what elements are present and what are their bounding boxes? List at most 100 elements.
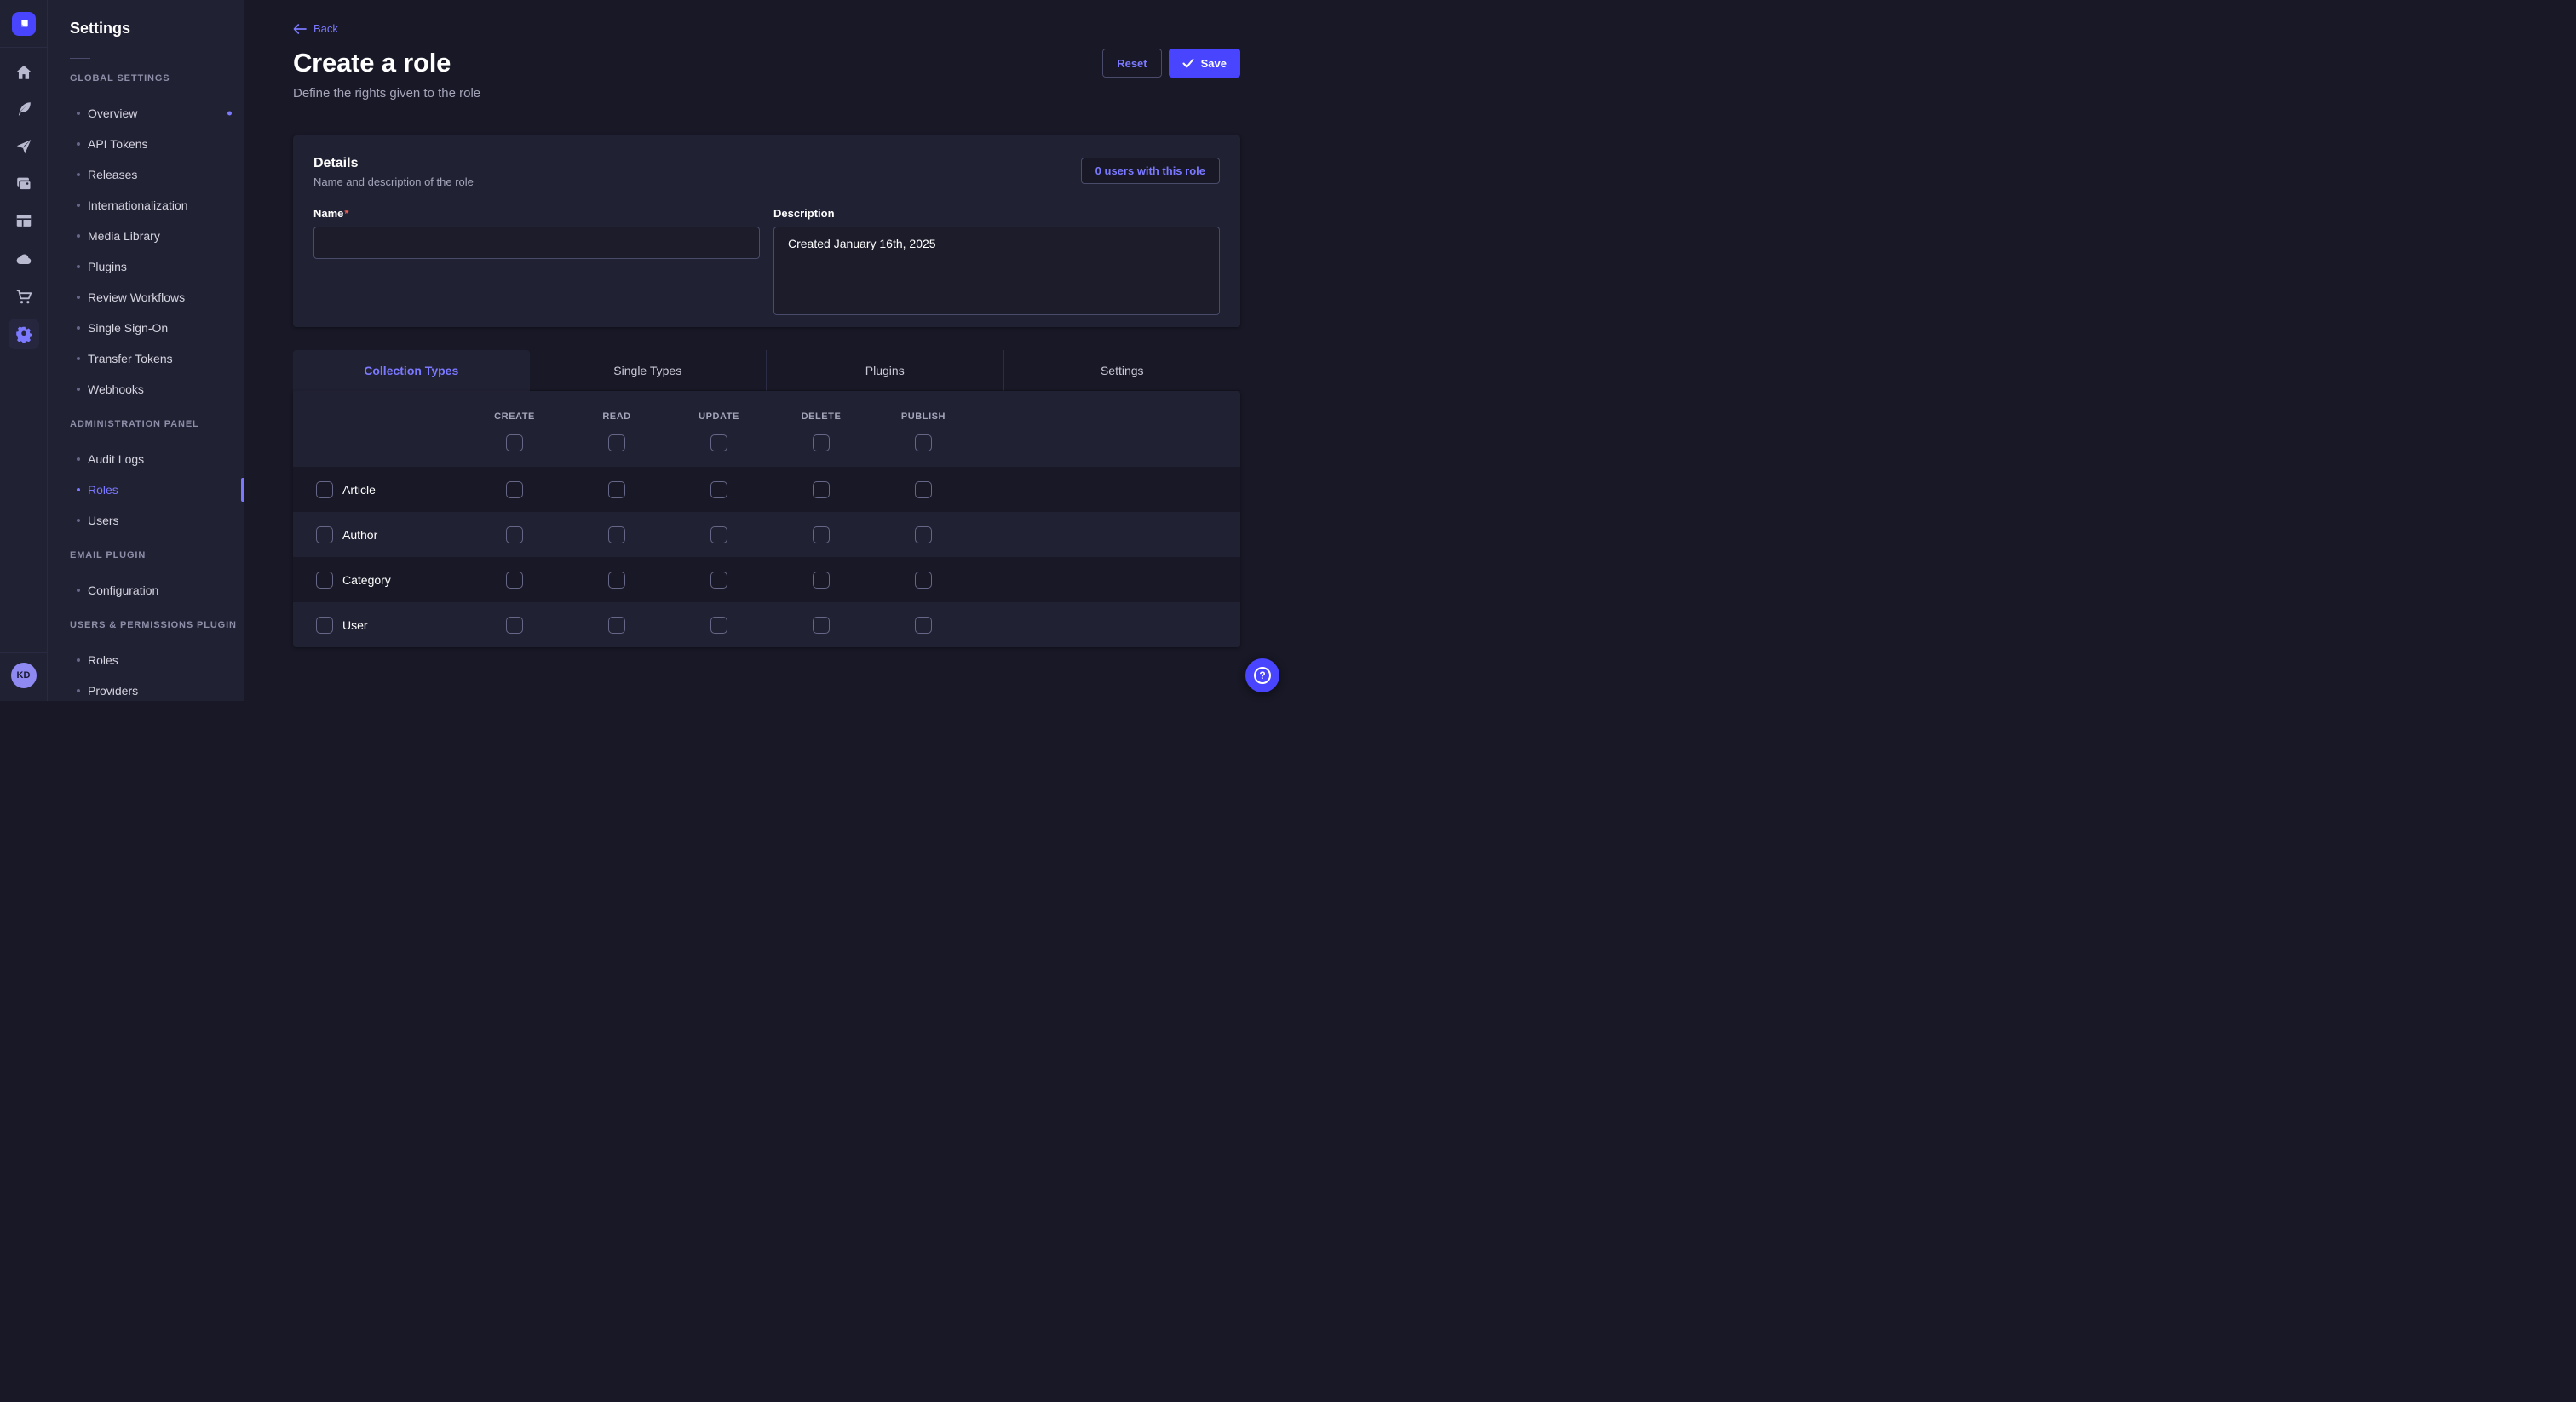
category-row-checkbox[interactable]: [316, 572, 333, 589]
select-all-delete-checkbox[interactable]: [813, 434, 830, 451]
sidebar-item-webhooks[interactable]: Webhooks: [70, 374, 244, 405]
sidebar-item-transfer-tokens[interactable]: Transfer Tokens: [70, 343, 244, 374]
permissions-table-header: CREATE READ UPDATE DELETE PUBLISH: [293, 391, 1240, 467]
author-create-checkbox[interactable]: [506, 526, 523, 543]
details-card: Details Name and description of the role…: [293, 135, 1240, 327]
tab-collection-types[interactable]: Collection Types: [293, 350, 530, 391]
bullet-icon: [77, 457, 80, 461]
author-row-checkbox[interactable]: [316, 526, 333, 543]
user-update-checkbox[interactable]: [710, 617, 727, 634]
article-read-checkbox[interactable]: [608, 481, 625, 498]
select-all-publish-checkbox[interactable]: [915, 434, 932, 451]
category-delete-checkbox[interactable]: [813, 572, 830, 589]
sidebar-item-single-sign-on[interactable]: Single Sign-On: [70, 313, 244, 343]
description-label: Description: [773, 207, 835, 220]
page-title: Create a role: [293, 48, 451, 78]
article-publish-checkbox[interactable]: [915, 481, 932, 498]
name-field-group: Name*: [313, 206, 760, 319]
sidebar-item-api-tokens[interactable]: API Tokens: [70, 129, 244, 159]
tab-settings[interactable]: Settings: [1003, 350, 1241, 391]
column-update: UPDATE: [668, 391, 770, 467]
bullet-icon: [77, 357, 80, 360]
row-label: Author: [342, 528, 377, 542]
article-delete-checkbox[interactable]: [813, 481, 830, 498]
column-label-update: UPDATE: [699, 411, 739, 422]
notification-dot: [227, 112, 232, 116]
sidebar-item-configuration[interactable]: Configuration: [70, 575, 244, 606]
select-all-update-checkbox[interactable]: [710, 434, 727, 451]
article-update-checkbox[interactable]: [710, 481, 727, 498]
user-row-checkbox[interactable]: [316, 617, 333, 634]
check-icon: [1182, 59, 1194, 68]
select-all-read-checkbox[interactable]: [608, 434, 625, 451]
sidebar-item-providers[interactable]: Providers: [70, 675, 244, 706]
cart-icon[interactable]: [14, 286, 34, 307]
permissions-table: CREATE READ UPDATE DELETE PUBLISH: [293, 391, 1240, 647]
users-permissions-list: Roles Providers: [70, 645, 244, 706]
sidebar-item-up-roles[interactable]: Roles: [70, 645, 244, 675]
user-avatar[interactable]: KD: [11, 663, 37, 688]
article-create-checkbox[interactable]: [506, 481, 523, 498]
bullet-icon: [77, 265, 80, 268]
cloud-icon[interactable]: [14, 249, 34, 269]
page-subtitle: Define the rights given to the role: [293, 86, 480, 101]
author-publish-checkbox[interactable]: [915, 526, 932, 543]
sidebar-item-plugins[interactable]: Plugins: [70, 251, 244, 282]
name-label: Name*: [313, 207, 348, 220]
sidebar-item-overview[interactable]: Overview: [70, 98, 244, 129]
settings-sidebar: Settings GLOBAL SETTINGS Overview API To…: [48, 0, 244, 701]
paper-plane-icon[interactable]: [14, 136, 34, 157]
pictures-icon[interactable]: [14, 174, 34, 194]
user-name-cell: User: [293, 617, 463, 634]
category-publish-checkbox[interactable]: [915, 572, 932, 589]
back-link[interactable]: Back: [293, 22, 338, 35]
sidebar-item-review-workflows[interactable]: Review Workflows: [70, 282, 244, 313]
name-input[interactable]: [313, 227, 760, 259]
sidebar-item-media-library[interactable]: Media Library: [70, 221, 244, 251]
sidebar-item-users[interactable]: Users: [70, 505, 244, 536]
layout-icon[interactable]: [14, 210, 34, 231]
user-delete-checkbox[interactable]: [813, 617, 830, 634]
category-update-checkbox[interactable]: [710, 572, 727, 589]
column-label-read: READ: [602, 411, 630, 422]
bullet-icon: [77, 204, 80, 207]
user-read-checkbox[interactable]: [608, 617, 625, 634]
row-label: User: [342, 618, 368, 632]
home-icon[interactable]: [14, 62, 34, 83]
gear-icon[interactable]: [9, 319, 39, 349]
category-create-checkbox[interactable]: [506, 572, 523, 589]
sidebar-item-roles-active[interactable]: Roles: [70, 474, 244, 505]
column-label-delete: DELETE: [802, 411, 842, 422]
author-name-cell: Author: [293, 526, 463, 543]
bullet-icon: [77, 142, 80, 146]
select-all-create-checkbox[interactable]: [506, 434, 523, 451]
author-update-checkbox[interactable]: [710, 526, 727, 543]
description-textarea[interactable]: Created January 16th, 2025: [773, 227, 1220, 315]
rail-divider: [0, 652, 47, 653]
user-create-checkbox[interactable]: [506, 617, 523, 634]
strapi-logo-icon: [17, 17, 31, 31]
reset-button[interactable]: Reset: [1102, 49, 1161, 78]
email-plugin-list: Configuration: [70, 575, 244, 606]
sidebar-item-internationalization[interactable]: Internationalization: [70, 190, 244, 221]
details-fields: Name* Description Created January 16th, …: [313, 206, 1220, 319]
group-label-users-permissions-plugin: USERS & PERMISSIONS PLUGIN: [70, 620, 244, 631]
sidebar-item-audit-logs[interactable]: Audit Logs: [70, 444, 244, 474]
sidebar-item-releases[interactable]: Releases: [70, 159, 244, 190]
users-with-role-button[interactable]: 0 users with this role: [1081, 158, 1220, 184]
bullet-icon: [77, 296, 80, 299]
permissions-tabs: Collection Types Single Types Plugins Se…: [293, 350, 1240, 391]
author-delete-checkbox[interactable]: [813, 526, 830, 543]
article-row-checkbox[interactable]: [316, 481, 333, 498]
required-asterisk: *: [344, 207, 348, 220]
feather-icon[interactable]: [14, 99, 34, 119]
help-button[interactable]: ?: [1245, 658, 1279, 692]
user-publish-checkbox[interactable]: [915, 617, 932, 634]
tab-plugins[interactable]: Plugins: [766, 350, 1003, 391]
tab-single-types[interactable]: Single Types: [530, 350, 767, 391]
category-read-checkbox[interactable]: [608, 572, 625, 589]
save-button[interactable]: Save: [1169, 49, 1240, 78]
author-read-checkbox[interactable]: [608, 526, 625, 543]
strapi-logo[interactable]: [12, 12, 36, 36]
row-label: Article: [342, 483, 376, 497]
